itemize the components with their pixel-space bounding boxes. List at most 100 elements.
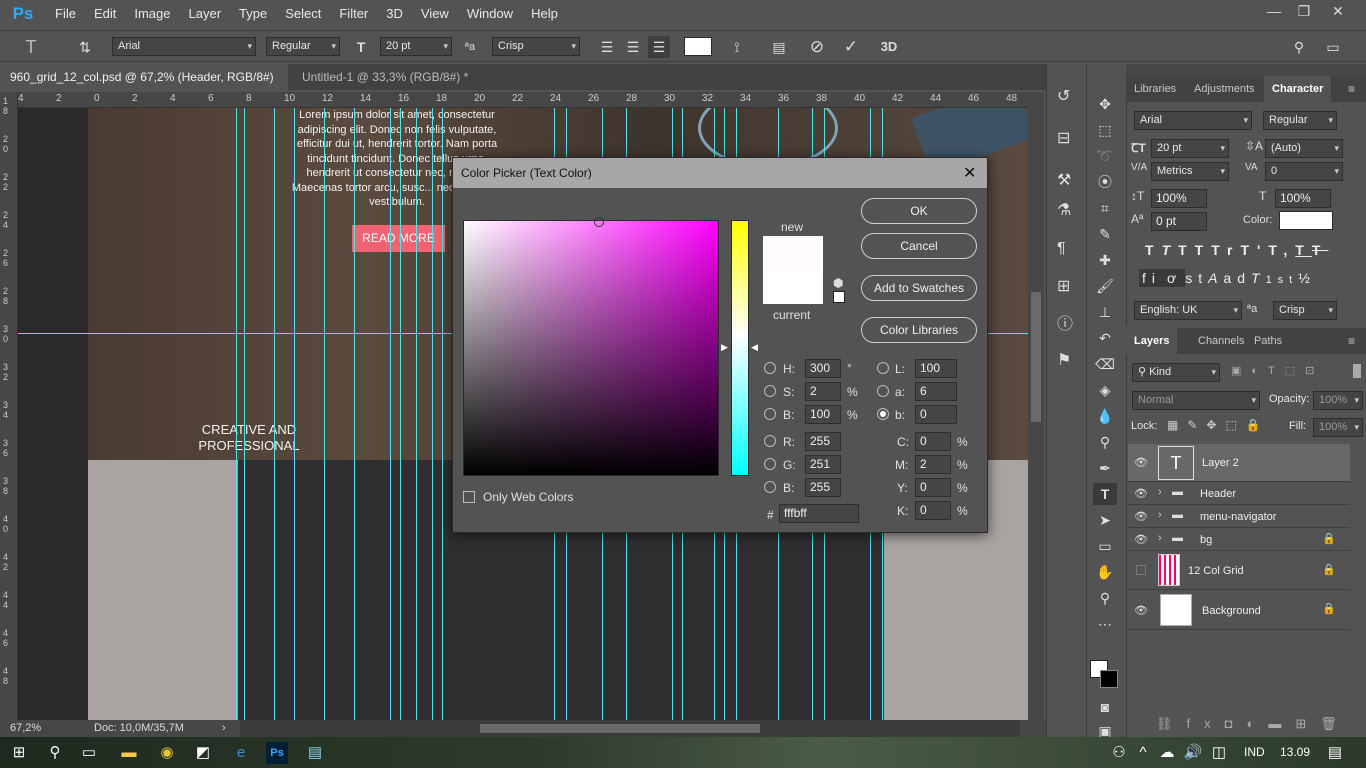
layer-row-layer-2[interactable]: 👁 T Layer 2 bbox=[1128, 444, 1350, 482]
expand-chevron-icon[interactable]: › bbox=[1158, 486, 1162, 498]
close-window-button[interactable]: ✕ bbox=[1322, 0, 1354, 22]
path-select-tool-icon[interactable]: ➤ bbox=[1093, 509, 1117, 531]
action-center-icon[interactable]: ▤ bbox=[1324, 742, 1346, 764]
volume-icon[interactable]: 🔊 bbox=[1182, 742, 1204, 764]
blue-input[interactable]: 255 bbox=[805, 478, 841, 497]
quick-select-tool-icon[interactable]: ⦿ bbox=[1093, 171, 1117, 193]
panel-menu-icon[interactable]: ≡ bbox=[1348, 82, 1355, 96]
align-right-icon[interactable]: ☰ bbox=[648, 36, 670, 58]
layers-menu-icon[interactable]: ≡ bbox=[1348, 334, 1355, 348]
minimize-button[interactable]: — bbox=[1258, 0, 1290, 22]
swash-icon[interactable]: A bbox=[1208, 270, 1223, 286]
cancel-button[interactable]: Cancel bbox=[861, 233, 977, 259]
info-icon[interactable]: ⓘ bbox=[1057, 310, 1073, 334]
file-explorer-icon[interactable]: ▬ bbox=[118, 742, 140, 764]
layer-row-12-col-grid[interactable]: 12 Col Grid 🔒 bbox=[1128, 551, 1350, 590]
tab-untitled-1[interactable]: Untitled-1 @ 33,3% (RGB/8#) * ✕ bbox=[292, 64, 484, 110]
faux-italic-icon[interactable]: T bbox=[1162, 242, 1179, 258]
text-color-swatch[interactable] bbox=[684, 37, 712, 56]
onedrive-icon[interactable]: ☁ bbox=[1156, 742, 1178, 764]
radio-b[interactable] bbox=[764, 408, 776, 420]
zoom-tool-icon[interactable]: ⚲ bbox=[1093, 587, 1117, 609]
menu-file[interactable]: File bbox=[46, 0, 85, 28]
blend-mode-select[interactable]: Normal ▾ bbox=[1132, 391, 1260, 410]
more-tools-icon[interactable]: ⋯ bbox=[1093, 613, 1117, 635]
close-dialog-icon[interactable]: ✕ bbox=[963, 163, 976, 183]
menu-view[interactable]: View bbox=[412, 0, 458, 28]
layer-row-header[interactable]: 👁 › ▬ Header bbox=[1128, 482, 1350, 505]
superscript-icon[interactable]: T' bbox=[1240, 242, 1268, 258]
windows-start-icon[interactable]: ⊞ bbox=[8, 742, 30, 764]
radio-l[interactable] bbox=[877, 362, 889, 374]
expand-chevron-icon[interactable]: › bbox=[1158, 509, 1162, 521]
radio-s[interactable] bbox=[764, 385, 776, 397]
fractions-icon[interactable]: ½ bbox=[1298, 270, 1316, 286]
visibility-eye-icon[interactable]: 👁 bbox=[1134, 456, 1148, 469]
titling-icon[interactable]: T bbox=[1251, 270, 1266, 286]
canvas-vertical-scrollbar[interactable] bbox=[1028, 92, 1044, 720]
char-size-select[interactable]: 20 pt ▾ bbox=[1151, 139, 1229, 158]
chrome-icon[interactable]: ◉ bbox=[156, 742, 178, 764]
h-input[interactable]: 300 bbox=[805, 359, 841, 378]
char-style-select[interactable]: Regular ▾ bbox=[1263, 111, 1337, 130]
all-caps-icon[interactable]: TT bbox=[1178, 242, 1211, 258]
k-input[interactable]: 0 bbox=[915, 501, 951, 520]
sticky-app-icon[interactable]: ◩ bbox=[192, 742, 214, 764]
color-field-cursor-icon[interactable] bbox=[594, 217, 604, 227]
opacity-input[interactable]: 100% ▾ bbox=[1313, 391, 1363, 410]
move-tool-icon[interactable]: ✥ bbox=[1093, 93, 1117, 115]
edge-icon[interactable]: e bbox=[230, 742, 252, 764]
cancel-edit-icon[interactable]: ⊘ bbox=[806, 36, 828, 58]
warp-text-icon[interactable]: ⟟ bbox=[726, 36, 748, 58]
char-tracking-select[interactable]: 0 ▾ bbox=[1265, 162, 1343, 181]
restore-button[interactable]: ❐ bbox=[1288, 0, 1320, 22]
workspace-icon[interactable]: ▭ bbox=[1322, 36, 1344, 58]
3d-icon[interactable]: 3D bbox=[878, 36, 900, 58]
ok-button[interactable]: OK bbox=[861, 198, 977, 224]
type-tool-preset-icon[interactable]: T bbox=[20, 36, 42, 58]
quick-mask-icon[interactable]: ◙ bbox=[1093, 696, 1117, 718]
properties-icon[interactable]: ⊟ bbox=[1057, 128, 1070, 148]
slider-left-arrow-icon[interactable]: ▶ bbox=[721, 342, 728, 353]
discretionary-ligatures-icon[interactable]: st bbox=[1185, 270, 1208, 286]
menu-layer[interactable]: Layer bbox=[180, 0, 231, 28]
healing-tool-icon[interactable]: ✚ bbox=[1093, 249, 1117, 271]
brush-presets-icon[interactable]: ⚒ bbox=[1057, 170, 1071, 190]
tab-channels[interactable]: Channels bbox=[1190, 328, 1252, 354]
tab-paths[interactable]: Paths bbox=[1246, 328, 1290, 354]
y-input[interactable]: 0 bbox=[915, 478, 951, 497]
radio-a[interactable] bbox=[877, 385, 889, 397]
people-icon[interactable]: ⚇ bbox=[1108, 742, 1130, 764]
dodge-tool-icon[interactable]: ⚲ bbox=[1093, 431, 1117, 453]
char-color-swatch[interactable] bbox=[1279, 211, 1333, 230]
tab-layers[interactable]: Layers bbox=[1126, 328, 1178, 354]
language-indicator[interactable]: IND bbox=[1244, 745, 1265, 759]
clock[interactable]: 13.09 bbox=[1280, 745, 1310, 759]
visibility-eye-icon[interactable]: 👁 bbox=[1134, 510, 1148, 523]
notes-icon[interactable]: ⚑ bbox=[1057, 350, 1071, 370]
font-family-select[interactable]: Arial ▾ bbox=[112, 37, 256, 56]
visibility-eye-icon[interactable]: 👁 bbox=[1134, 533, 1148, 546]
ordinals-icon[interactable]: 1st bbox=[1266, 274, 1299, 286]
web-safe-swatch[interactable] bbox=[833, 291, 845, 303]
visibility-eye-icon[interactable]: 👁 bbox=[1134, 604, 1148, 617]
a-input[interactable]: 6 bbox=[915, 382, 957, 401]
layer-row-menu-navigator[interactable]: 👁 › ▬ menu-navigator bbox=[1128, 505, 1350, 528]
small-caps-icon[interactable]: Tr bbox=[1211, 242, 1240, 258]
char-hscale-input[interactable]: 100% bbox=[1275, 189, 1331, 208]
char-leading-select[interactable]: (Auto) ▾ bbox=[1265, 139, 1343, 158]
char-kerning-select[interactable]: Metrics ▾ bbox=[1151, 162, 1229, 181]
stamp-tool-icon[interactable]: ⊥ bbox=[1093, 301, 1117, 323]
layer-kind-filter[interactable]: ⚲ Kind ▾ bbox=[1132, 363, 1220, 382]
ligatures-icon[interactable]: fi bbox=[1139, 269, 1164, 287]
tab-libraries[interactable]: Libraries bbox=[1126, 76, 1184, 102]
paragraph-icon[interactable]: ¶ bbox=[1057, 240, 1066, 258]
subscript-icon[interactable]: T, bbox=[1268, 242, 1295, 258]
pen-tool-icon[interactable]: ✒ bbox=[1093, 457, 1117, 479]
search-icon[interactable]: ⚲ bbox=[44, 742, 66, 764]
color-field[interactable] bbox=[463, 217, 719, 476]
history-icon[interactable]: ↺ bbox=[1057, 86, 1070, 106]
language-select[interactable]: English: UK ▾ bbox=[1134, 301, 1242, 320]
visibility-eye-icon[interactable]: 👁 bbox=[1134, 487, 1148, 500]
menu-edit[interactable]: Edit bbox=[85, 0, 125, 28]
